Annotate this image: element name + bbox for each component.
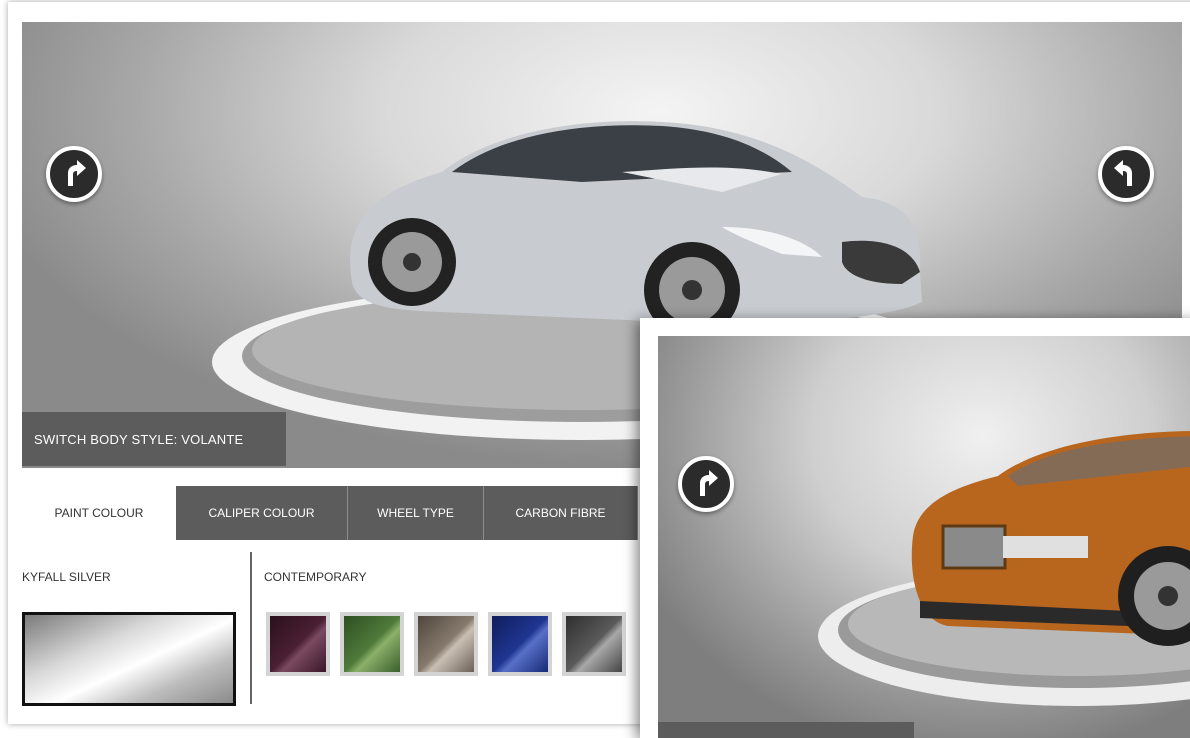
divider — [250, 552, 252, 704]
rotate-right-button[interactable] — [1098, 146, 1154, 202]
tab-paint-colour[interactable]: PAINT COLOUR — [22, 486, 176, 540]
tab-wheel-type[interactable]: WHEEL TYPE — [348, 486, 484, 540]
colour-swatch-graphite[interactable] — [562, 612, 626, 676]
colour-swatch-plum[interactable] — [266, 612, 330, 676]
configurator-panel-front — [640, 318, 1190, 738]
tab-carbon-fibre[interactable]: CARBON FIBRE — [484, 486, 638, 540]
switch-body-style-button[interactable]: SWITCH BODY STYLE: VOLANTE — [22, 412, 286, 466]
orange-car-image — [818, 431, 1190, 706]
switch-body-style-button-front[interactable] — [658, 722, 914, 738]
colour-swatch-bronze-grey[interactable] — [414, 612, 478, 676]
rotate-left-button-front[interactable] — [678, 456, 734, 512]
tab-caliper-colour[interactable]: CALIPER COLOUR — [176, 486, 348, 540]
car-viewer-orange — [658, 336, 1190, 738]
selected-colour-name: KYFALL SILVER — [22, 570, 111, 584]
options-tabs: PAINT COLOUR CALIPER COLOUR WHEEL TYPE C… — [22, 486, 638, 540]
colour-group-title: CONTEMPORARY — [264, 570, 367, 584]
rotate-right-icon — [1114, 160, 1132, 186]
rotate-left-button[interactable] — [46, 146, 102, 202]
selected-colour-swatch — [22, 612, 236, 706]
rotate-left-icon — [68, 160, 86, 186]
colour-swatch-green[interactable] — [340, 612, 404, 676]
colour-swatch-blue[interactable] — [488, 612, 552, 676]
rotate-left-icon — [700, 470, 718, 496]
